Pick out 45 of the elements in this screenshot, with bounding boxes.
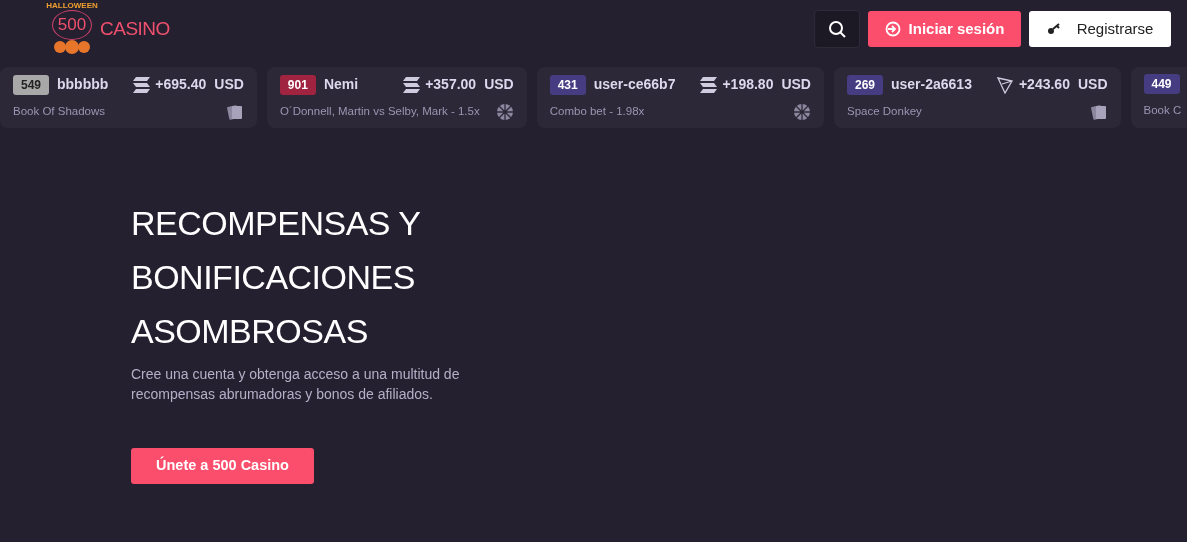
stripes-coin-icon bbox=[699, 75, 719, 94]
user-name: bbbbbb bbox=[57, 75, 109, 94]
win-amount: +243.60 bbox=[1018, 75, 1070, 94]
search-button[interactable] bbox=[814, 10, 860, 48]
triangle-coin-icon bbox=[995, 75, 1015, 94]
search-icon bbox=[828, 20, 846, 38]
ball-icon bbox=[495, 103, 514, 121]
currency-label: USD bbox=[214, 75, 244, 94]
game-name: Book Of Shadows bbox=[13, 104, 106, 120]
game-name: Combo bet - 1.98x bbox=[549, 104, 645, 120]
user-name: user-2a6613 bbox=[891, 75, 972, 94]
pumpkins-icon bbox=[52, 40, 92, 54]
cards-icon bbox=[1089, 103, 1108, 121]
logo-text: CASINO bbox=[100, 16, 170, 41]
rank-badge: 431 bbox=[549, 74, 586, 95]
game-name: Book C bbox=[1143, 103, 1182, 118]
register-button[interactable]: Registrarse bbox=[1029, 11, 1171, 47]
stripes-coin-icon bbox=[132, 75, 152, 94]
stripes-coin-icon bbox=[402, 75, 422, 94]
bet-card[interactable]: 901 Nemi +357.00 USD O´Donnell, Martin vs Selby, Mark - 1.5x bbox=[266, 67, 527, 128]
currency-label: USD bbox=[781, 75, 811, 94]
hero-text: Cree una cuenta y obtenga acceso a una multitud de recompensas abrumadoras y bonos de afiliados. bbox=[131, 365, 461, 404]
win-amount: +695.40 bbox=[155, 75, 207, 94]
rank-badge: 901 bbox=[279, 74, 316, 95]
game-name: Space Donkey bbox=[847, 104, 922, 120]
user-name: Nemi bbox=[323, 75, 359, 94]
currency-label: USD bbox=[1077, 75, 1108, 94]
win-amount: +357.00 bbox=[425, 75, 477, 94]
ball-icon bbox=[793, 103, 811, 121]
cards-icon bbox=[225, 103, 244, 121]
login-icon bbox=[884, 21, 901, 37]
bet-card[interactable]: 269 user-2a6613 +243.60 USD Space Donkey bbox=[834, 67, 1121, 128]
bet-card[interactable]: 431 user-ce66b7 +198.80 USD Combo bet - 1.98x bbox=[536, 67, 824, 128]
rank-badge: 269 bbox=[847, 74, 883, 95]
rank-badge: 549 bbox=[13, 74, 49, 95]
rank-badge: 449 bbox=[1143, 74, 1180, 94]
bet-card[interactable]: 549 bbbbbb +695.40 USD Book Of Shadows bbox=[0, 67, 257, 128]
game-name: O´Donnell, Martin vs Selby, Mark - 1.5x bbox=[279, 104, 480, 120]
user-name: user-ce66b7 bbox=[593, 75, 676, 94]
currency-label: USD bbox=[484, 75, 514, 94]
bet-card[interactable]: 449 Book C bbox=[1130, 67, 1187, 128]
win-amount: +198.80 bbox=[722, 75, 774, 94]
logo-tagline: HALLOWEEN bbox=[46, 2, 98, 10]
hero-title: RECOMPENSAS Y BONIFICACIONES ASOMBROSAS bbox=[131, 203, 421, 352]
key-icon bbox=[1046, 23, 1061, 35]
